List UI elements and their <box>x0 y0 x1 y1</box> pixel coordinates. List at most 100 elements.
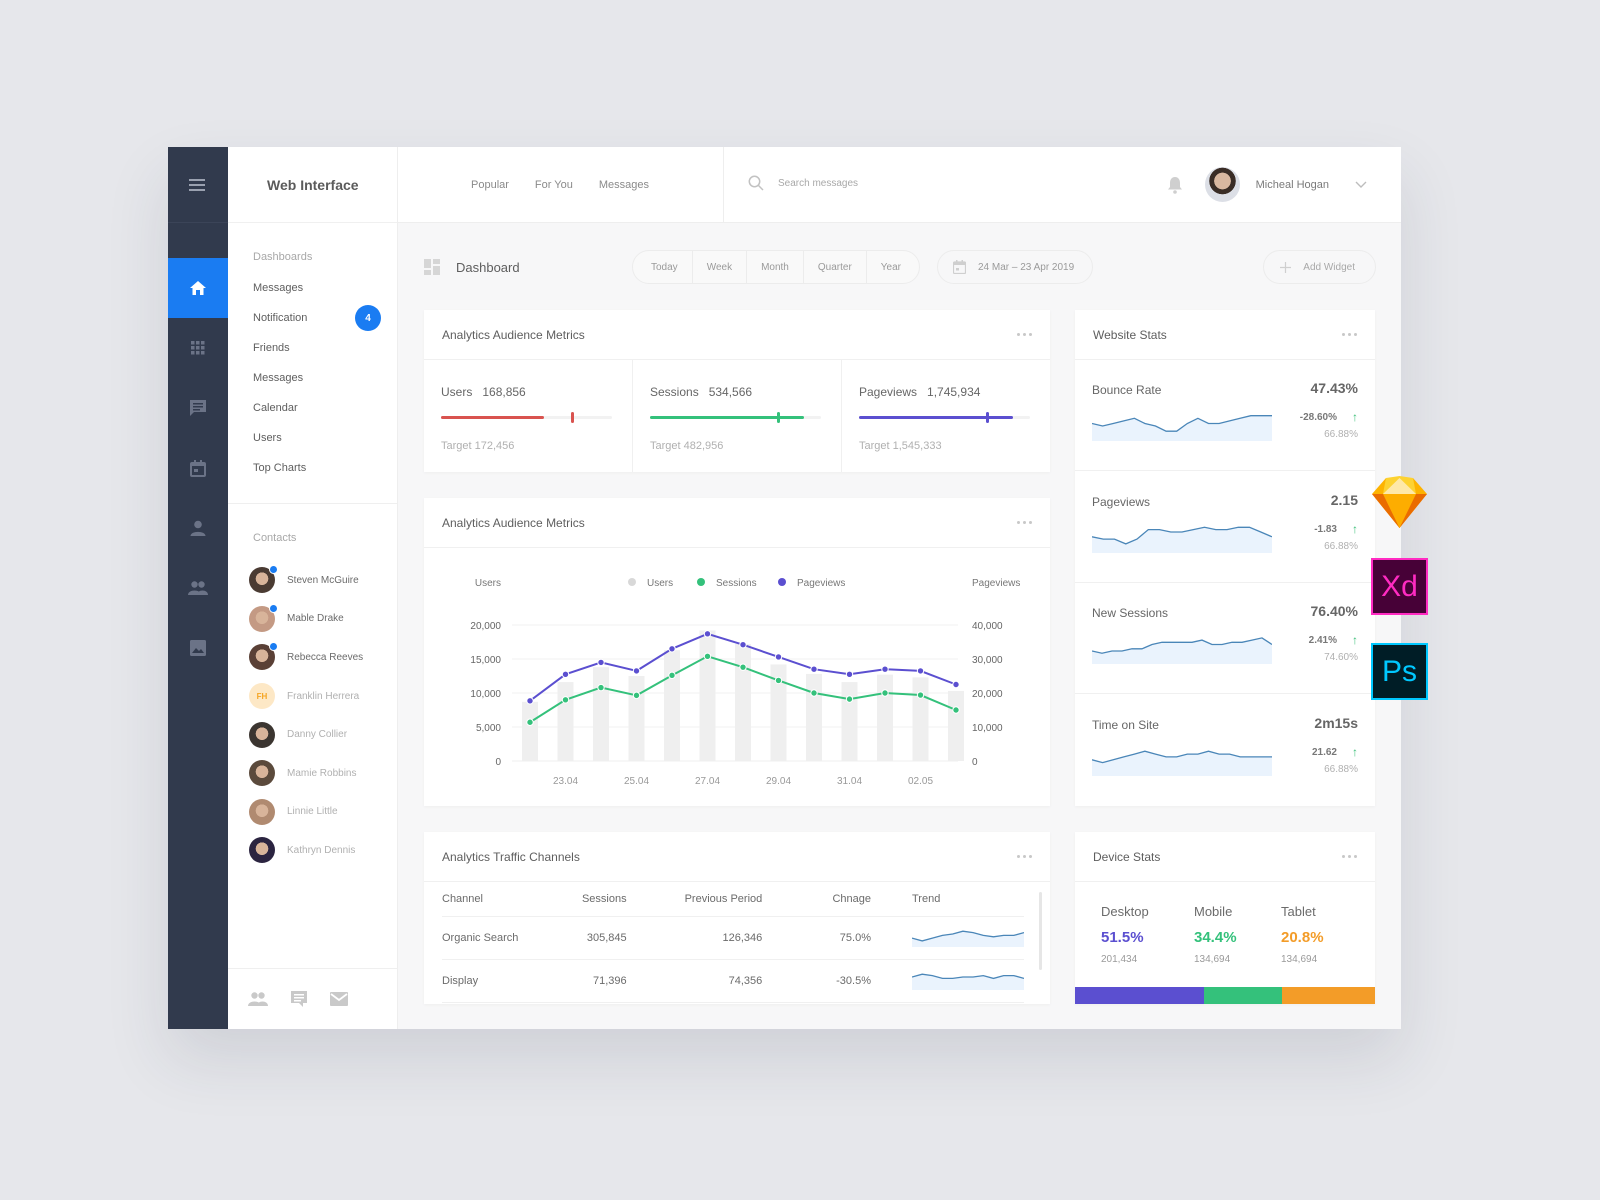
search-bar[interactable]: Search messages <box>748 175 858 191</box>
legend-label[interactable]: Sessions <box>716 578 757 589</box>
contact-avatar <box>249 760 275 787</box>
calendar-icon <box>190 459 206 477</box>
rail-calendar[interactable] <box>168 438 228 498</box>
card-title: Analytics Traffic Channels <box>442 849 580 864</box>
rail-home[interactable] <box>168 258 228 318</box>
dashboard-window: Web Interface Dashboards Messages Notifi… <box>168 147 1401 1029</box>
more-options-icon[interactable] <box>1342 855 1357 858</box>
search-input[interactable]: Search messages <box>778 178 858 189</box>
people-icon[interactable] <box>248 992 268 1006</box>
contact-item[interactable]: Steven McGuire <box>228 561 397 600</box>
nav-popular[interactable]: Popular <box>471 179 509 191</box>
y-tick-label: 0 <box>495 757 501 768</box>
stat-label: Bounce Rate <box>1092 383 1162 397</box>
period-selector: Today Week Month Quarter Year <box>632 250 920 284</box>
divider <box>228 503 397 504</box>
device-desktop: Desktop 51.5% 201,434 <box>1101 904 1149 965</box>
bar-users <box>557 682 574 761</box>
period-month[interactable]: Month <box>747 251 804 283</box>
sidebar-item-messages-2[interactable]: Messages <box>228 363 397 393</box>
stat-row: Pageviews 2.15 -1.83 ↑ 66.88% <box>1075 472 1375 583</box>
more-options-icon[interactable] <box>1017 521 1032 524</box>
xd-logo-icon: Xd <box>1371 558 1428 615</box>
user-avatar[interactable] <box>1204 167 1240 202</box>
app-title: Web Interface <box>228 147 397 223</box>
sparkline-area <box>1092 526 1272 553</box>
date-range-picker[interactable]: 24 Mar – 23 Apr 2019 <box>937 250 1094 284</box>
scrollbar[interactable] <box>1039 892 1042 970</box>
table-row[interactable]: Display 71,396 74,356 -30.5% <box>442 959 1025 1003</box>
audience-chart: Users Pageviews Users Sessions Pageviews 20,0… <box>470 578 1020 787</box>
contact-item[interactable]: Linnie Little <box>228 793 397 832</box>
bell-icon[interactable] <box>1167 176 1183 194</box>
contact-item[interactable]: Danny Collier <box>228 715 397 754</box>
stat-sub: 66.88% <box>1324 429 1358 440</box>
x-tick-label: 25.04 <box>624 776 649 787</box>
contact-item[interactable]: Mamie Robbins <box>228 754 397 793</box>
table-row[interactable]: Organic Search 305,845 126,346 75.0% <box>442 916 1025 960</box>
card-title: Device Stats <box>1093 849 1161 864</box>
contact-item[interactable]: Mable Drake <box>228 600 397 639</box>
arrow-up-icon: ↑ <box>1352 744 1358 759</box>
contact-item[interactable]: Kathryn Dennis <box>228 831 397 870</box>
period-week[interactable]: Week <box>693 251 748 283</box>
add-widget-button[interactable]: Add Widget <box>1263 250 1376 284</box>
legend-label[interactable]: Pageviews <box>797 578 845 589</box>
point-pageviews <box>916 667 925 675</box>
stat-sub: 66.88% <box>1324 540 1358 552</box>
mail-icon[interactable] <box>330 992 348 1006</box>
stat-value: 76.40% <box>1310 603 1358 619</box>
apps-grid-icon <box>191 341 205 355</box>
y2-tick-label: 30,000 <box>972 655 1003 666</box>
sidebar-item-messages[interactable]: Messages <box>228 273 397 303</box>
user-name[interactable]: Micheal Hogan <box>1256 179 1329 191</box>
chat-icon[interactable] <box>290 990 308 1008</box>
sidebar-item-friends[interactable]: Friends <box>228 333 397 363</box>
audience-chart-card: Analytics Audience Metrics Users Pageview… <box>424 498 1050 806</box>
point-pageviews <box>952 680 960 689</box>
point-sessions <box>881 689 889 697</box>
arrow-up-icon: ↑ <box>1352 521 1358 536</box>
contact-avatar <box>249 798 275 825</box>
rail-groups[interactable] <box>168 558 228 618</box>
point-pageviews <box>881 665 889 673</box>
dashboard-toolbar: Dashboard Today Week Month Quarter Year … <box>424 250 1376 284</box>
contact-item[interactable]: Rebecca Reeves <box>228 638 397 677</box>
nav-for-you[interactable]: For You <box>535 179 573 191</box>
period-year[interactable]: Year <box>867 251 919 283</box>
metric-value: 1,745,934 <box>927 385 981 399</box>
sidebar-item-calendar[interactable]: Calendar <box>228 393 397 423</box>
point-sessions <box>703 652 712 660</box>
sidebar-item-top-charts[interactable]: Top Charts <box>228 453 397 483</box>
device-stats-card: Device Stats Desktop 51.5% 201,434 Mobil… <box>1075 832 1375 1004</box>
point-sessions <box>561 696 570 704</box>
stat-sparkline <box>1092 637 1272 664</box>
metric-target: Target 482,956 <box>650 440 724 452</box>
user-menu[interactable]: Micheal Hogan <box>1167 167 1367 202</box>
point-pageviews <box>597 658 605 667</box>
point-sessions <box>526 718 534 726</box>
more-options-icon[interactable] <box>1017 855 1032 858</box>
period-today[interactable]: Today <box>633 251 693 283</box>
rail-apps[interactable] <box>168 318 228 378</box>
person-icon <box>190 520 206 536</box>
rail-gallery[interactable] <box>168 618 228 678</box>
sidebar-footer <box>228 968 398 1029</box>
menu-button[interactable] <box>168 147 228 223</box>
device-percent: 51.5% <box>1101 929 1144 946</box>
legend-label[interactable]: Users <box>647 578 673 589</box>
rail-chat[interactable] <box>168 378 228 438</box>
more-options-icon[interactable] <box>1342 333 1357 336</box>
more-options-icon[interactable] <box>1017 333 1032 336</box>
rail-profile[interactable] <box>168 498 228 558</box>
nav-messages[interactable]: Messages <box>599 179 649 191</box>
contact-item[interactable]: FH Franklin Herrera <box>228 677 397 716</box>
sidebar-item-users[interactable]: Users <box>228 423 397 453</box>
notification-count-badge: 4 <box>355 305 381 331</box>
bar-users <box>522 701 538 761</box>
sidebar-item-notification[interactable]: Notification 4 <box>228 303 397 333</box>
contact-name: Mamie Robbins <box>287 767 357 779</box>
chevron-down-icon[interactable] <box>1355 181 1367 189</box>
period-quarter[interactable]: Quarter <box>804 251 867 283</box>
x-tick-label: 02.05 <box>908 776 933 787</box>
